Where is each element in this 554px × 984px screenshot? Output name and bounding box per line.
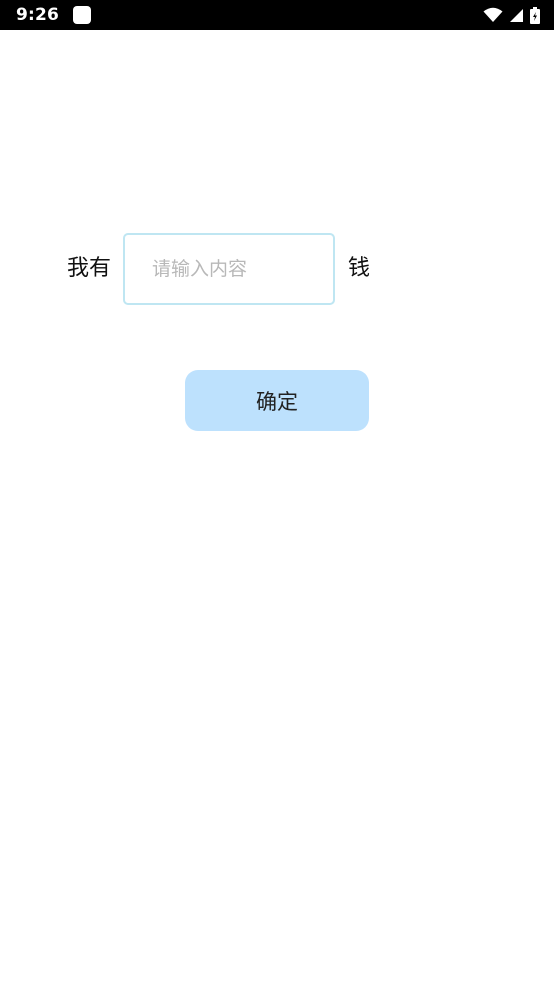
confirm-button[interactable]: 确定 xyxy=(185,370,369,431)
app-notification-icon xyxy=(73,6,92,24)
wifi-icon xyxy=(483,7,503,22)
amount-row: 我有 钱 xyxy=(0,233,554,305)
status-bar: 9:26 xyxy=(0,0,554,30)
battery-icon xyxy=(530,6,540,24)
label-money: 钱 xyxy=(348,256,371,281)
amount-input[interactable] xyxy=(123,233,335,305)
status-time: 9:26 xyxy=(16,5,60,25)
signal-icon xyxy=(510,8,523,22)
status-icons xyxy=(483,6,540,24)
label-i-have: 我有 xyxy=(67,256,112,281)
